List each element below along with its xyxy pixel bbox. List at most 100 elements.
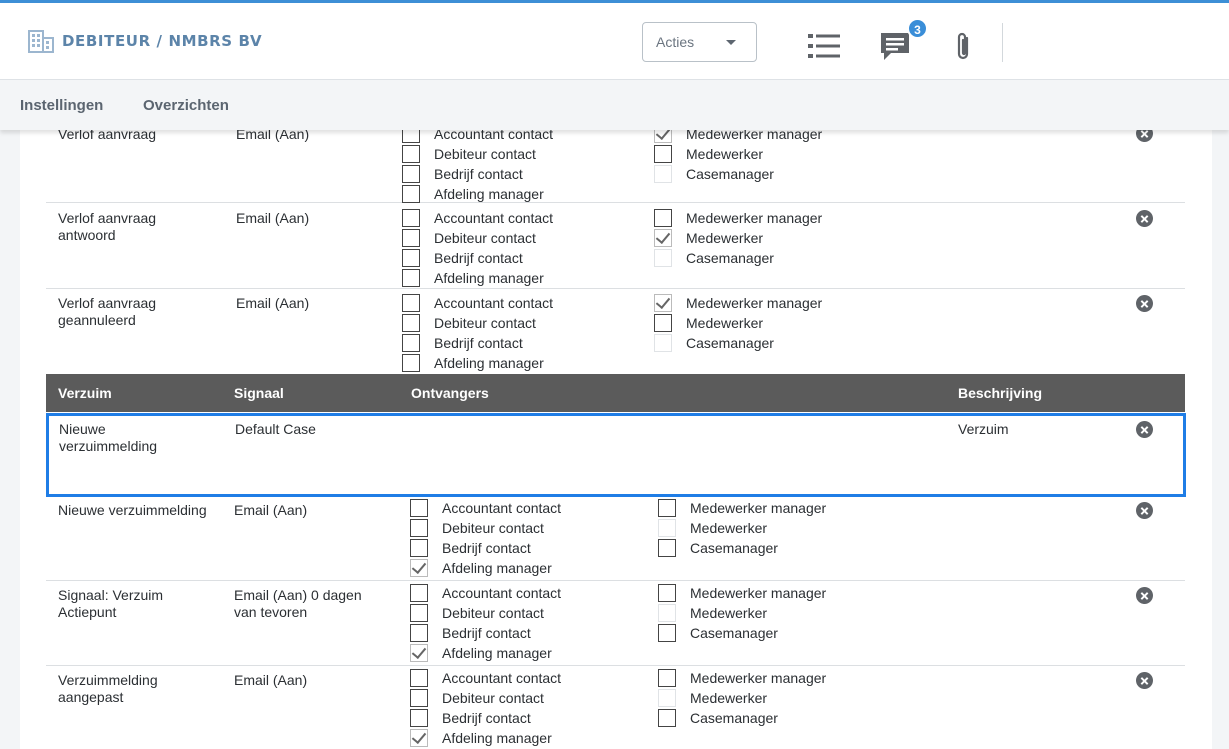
receiver-checkbox-item[interactable]: Bedrijf contact	[410, 623, 531, 643]
receiver-checkbox-item[interactable]: Casemanager	[658, 708, 778, 728]
checkbox[interactable]	[654, 165, 672, 183]
checkbox[interactable]	[410, 604, 428, 622]
page-title[interactable]: DEBITEUR / NMBRS BV	[62, 32, 262, 50]
receiver-checkbox-item[interactable]: Medewerker	[658, 688, 767, 708]
delete-icon[interactable]	[1136, 502, 1153, 519]
checkbox[interactable]	[402, 294, 420, 312]
receiver-checkbox-item[interactable]: Medewerker	[654, 313, 763, 333]
delete-icon[interactable]	[1136, 210, 1153, 227]
checkbox[interactable]	[410, 559, 428, 577]
receiver-checkbox-item[interactable]: Afdeling manager	[410, 643, 552, 663]
receiver-checkbox-item[interactable]: Accountant contact	[410, 668, 561, 688]
receiver-checkbox-item[interactable]: Medewerker	[658, 518, 767, 538]
receiver-checkbox-item[interactable]: Medewerker	[654, 144, 763, 164]
receiver-checkbox-item[interactable]: Casemanager	[654, 248, 774, 268]
checkbox[interactable]	[402, 165, 420, 183]
checkbox-label: Debiteur contact	[442, 520, 544, 536]
receiver-checkbox-item[interactable]: Medewerker manager	[654, 293, 822, 313]
checkbox[interactable]	[658, 499, 676, 517]
receiver-checkbox-item[interactable]: Medewerker manager	[658, 668, 826, 688]
receiver-checkbox-item[interactable]: Casemanager	[654, 333, 774, 353]
checkbox[interactable]	[402, 145, 420, 163]
row-signal: Email (Aan)	[236, 295, 310, 311]
checkbox[interactable]	[658, 584, 676, 602]
checkbox[interactable]	[410, 499, 428, 517]
checkbox[interactable]	[402, 185, 420, 203]
checkbox[interactable]	[658, 624, 676, 642]
checkbox[interactable]	[402, 334, 420, 352]
receiver-checkbox-item[interactable]: Debiteur contact	[402, 313, 536, 333]
checkbox[interactable]	[654, 294, 672, 312]
checkbox[interactable]	[410, 519, 428, 537]
receiver-checkbox-item[interactable]: Casemanager	[658, 623, 778, 643]
checkbox[interactable]	[402, 209, 420, 227]
receiver-checkbox-item[interactable]: Accountant contact	[402, 293, 553, 313]
checkbox[interactable]	[658, 539, 676, 557]
receiver-checkbox-item[interactable]: Afdeling manager	[402, 268, 544, 288]
checkbox[interactable]	[410, 624, 428, 642]
delete-icon[interactable]	[1136, 587, 1153, 604]
checkbox[interactable]	[658, 689, 676, 707]
checkbox[interactable]	[402, 314, 420, 332]
table-row: Verlof aanvraag antwoord Email (Aan) Acc…	[46, 203, 1185, 289]
receiver-checkbox-item[interactable]: Accountant contact	[410, 583, 561, 603]
receiver-checkbox-item[interactable]: Debiteur contact	[402, 144, 536, 164]
receiver-checkbox-item[interactable]: Afdeling manager	[410, 728, 552, 748]
checkbox[interactable]	[410, 584, 428, 602]
checkbox[interactable]	[658, 709, 676, 727]
paperclip-icon[interactable]	[953, 31, 975, 63]
receiver-checkbox-item[interactable]: Medewerker	[658, 603, 767, 623]
checkbox-label: Debiteur contact	[442, 605, 544, 621]
receiver-checkbox-item[interactable]: Casemanager	[654, 164, 774, 184]
checkbox[interactable]	[654, 229, 672, 247]
receiver-checkbox-item[interactable]: Debiteur contact	[410, 518, 544, 538]
tab-instellingen[interactable]: Instellingen	[20, 97, 103, 114]
checkbox-label: Bedrijf contact	[442, 625, 531, 641]
receiver-checkbox-item[interactable]: Accountant contact	[410, 498, 561, 518]
checkbox[interactable]	[654, 209, 672, 227]
selected-table-row[interactable]: Nieuwe verzuimmelding Default Case Verzu…	[46, 413, 1186, 497]
receiver-checkbox-item[interactable]: Casemanager	[658, 538, 778, 558]
receiver-checkbox-item[interactable]: Bedrijf contact	[402, 333, 523, 353]
receiver-checkbox-item[interactable]: Afdeling manager	[402, 353, 544, 373]
delete-icon[interactable]	[1136, 295, 1153, 312]
receiver-checkbox-item[interactable]: Medewerker manager	[658, 498, 826, 518]
receiver-checkbox-item[interactable]: Debiteur contact	[410, 688, 544, 708]
list-icon[interactable]	[808, 33, 840, 59]
delete-icon[interactable]	[1136, 421, 1153, 438]
receiver-checkbox-item[interactable]: Medewerker manager	[658, 583, 826, 603]
checkbox[interactable]	[410, 709, 428, 727]
receiver-checkbox-item[interactable]: Medewerker	[654, 228, 763, 248]
receiver-checkbox-item[interactable]: Debiteur contact	[402, 228, 536, 248]
checkbox[interactable]	[410, 689, 428, 707]
checkbox[interactable]	[410, 729, 428, 747]
receiver-checkbox-item[interactable]: Medewerker manager	[654, 208, 822, 228]
checkbox[interactable]	[654, 314, 672, 332]
receiver-checkbox-item[interactable]: Bedrijf contact	[410, 708, 531, 728]
checkbox[interactable]	[410, 644, 428, 662]
receiver-checkbox-item[interactable]: Afdeling manager	[402, 184, 544, 204]
checkbox[interactable]	[402, 229, 420, 247]
checkbox[interactable]	[410, 669, 428, 687]
checkbox[interactable]	[654, 334, 672, 352]
checkbox[interactable]	[402, 249, 420, 267]
chat-icon[interactable]	[879, 31, 911, 61]
receiver-checkbox-item[interactable]: Bedrijf contact	[410, 538, 531, 558]
tab-overzichten[interactable]: Overzichten	[143, 97, 229, 114]
receiver-checkbox-item[interactable]: Bedrijf contact	[402, 164, 523, 184]
checkbox[interactable]	[658, 669, 676, 687]
checkbox[interactable]	[402, 269, 420, 287]
delete-icon[interactable]	[1136, 672, 1153, 689]
checkbox[interactable]	[654, 249, 672, 267]
checkbox[interactable]	[402, 354, 420, 372]
actions-dropdown[interactable]: Acties	[642, 22, 757, 62]
checkbox[interactable]	[654, 145, 672, 163]
checkbox[interactable]	[658, 519, 676, 537]
receiver-checkbox-item[interactable]: Bedrijf contact	[402, 248, 523, 268]
receiver-checkbox-item[interactable]: Afdeling manager	[410, 558, 552, 578]
table-row: Verlof aanvraag geannuleerd Email (Aan) …	[46, 289, 1185, 375]
checkbox[interactable]	[410, 539, 428, 557]
receiver-checkbox-item[interactable]: Debiteur contact	[410, 603, 544, 623]
checkbox[interactable]	[658, 604, 676, 622]
receiver-checkbox-item[interactable]: Accountant contact	[402, 208, 553, 228]
